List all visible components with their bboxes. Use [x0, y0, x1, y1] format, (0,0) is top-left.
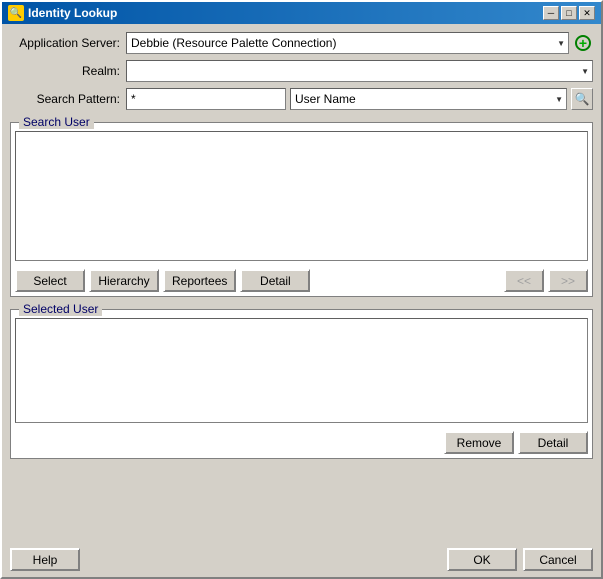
- search-pattern-control: User Name Email Display Name 🔍: [126, 88, 593, 110]
- search-pattern-input[interactable]: [126, 88, 286, 110]
- app-server-label: Application Server:: [10, 36, 120, 50]
- remove-button[interactable]: Remove: [444, 431, 514, 454]
- detail-button[interactable]: Detail: [240, 269, 310, 292]
- search-pattern-row: Search Pattern: User Name Email Display …: [10, 88, 593, 110]
- search-button[interactable]: 🔍: [571, 88, 593, 110]
- bottom-bar: Help OK Cancel: [2, 542, 601, 577]
- hierarchy-button[interactable]: Hierarchy: [89, 269, 159, 292]
- title-bar-buttons: ─ □ ✕: [543, 6, 595, 20]
- search-type-select-wrapper: User Name Email Display Name: [290, 88, 567, 110]
- title-bar-left: 🔍 Identity Lookup: [8, 5, 117, 21]
- maximize-button[interactable]: □: [561, 6, 577, 20]
- selected-results-list[interactable]: [15, 318, 588, 423]
- next-button[interactable]: >>: [548, 269, 588, 292]
- window-icon: 🔍: [8, 5, 24, 21]
- window-title: Identity Lookup: [28, 6, 117, 20]
- minimize-button[interactable]: ─: [543, 6, 559, 20]
- search-user-group: Search User Select Hierarchy Reportees D…: [10, 122, 593, 297]
- search-results-list[interactable]: [15, 131, 588, 261]
- help-button[interactable]: Help: [10, 548, 80, 571]
- prev-button[interactable]: <<: [504, 269, 544, 292]
- cancel-button[interactable]: Cancel: [523, 548, 593, 571]
- reportees-button[interactable]: Reportees: [163, 269, 236, 292]
- bottom-right-buttons: OK Cancel: [447, 548, 593, 571]
- selected-user-list: [15, 318, 588, 423]
- dialog-content: Application Server: Debbie (Resource Pal…: [2, 24, 601, 542]
- close-button[interactable]: ✕: [579, 6, 595, 20]
- title-bar: 🔍 Identity Lookup ─ □ ✕: [2, 2, 601, 24]
- ok-button[interactable]: OK: [447, 548, 517, 571]
- search-icon: 🔍: [575, 92, 590, 106]
- realm-control: [126, 60, 593, 82]
- realm-row: Realm:: [10, 60, 593, 82]
- app-server-select-wrapper: Debbie (Resource Palette Connection): [126, 32, 569, 54]
- selected-user-buttons: Remove Detail: [11, 427, 592, 458]
- realm-select-wrapper: [126, 60, 593, 82]
- search-type-select[interactable]: User Name Email Display Name: [290, 88, 567, 110]
- select-button[interactable]: Select: [15, 269, 85, 292]
- selected-user-label: Selected User: [19, 302, 102, 316]
- selected-detail-button[interactable]: Detail: [518, 431, 588, 454]
- search-user-buttons: Select Hierarchy Reportees Detail << >>: [11, 265, 592, 296]
- plus-icon: +: [575, 35, 591, 51]
- search-user-list: [15, 131, 588, 261]
- add-server-button[interactable]: +: [573, 33, 593, 53]
- identity-lookup-window: 🔍 Identity Lookup ─ □ ✕ Application Serv…: [0, 0, 603, 579]
- app-server-row: Application Server: Debbie (Resource Pal…: [10, 32, 593, 54]
- app-server-control: Debbie (Resource Palette Connection) +: [126, 32, 593, 54]
- selected-user-group: Selected User Remove Detail: [10, 309, 593, 459]
- search-user-label: Search User: [19, 115, 94, 129]
- realm-select[interactable]: [126, 60, 593, 82]
- search-pattern-label: Search Pattern:: [10, 92, 120, 106]
- app-server-select[interactable]: Debbie (Resource Palette Connection): [126, 32, 569, 54]
- realm-label: Realm:: [10, 64, 120, 78]
